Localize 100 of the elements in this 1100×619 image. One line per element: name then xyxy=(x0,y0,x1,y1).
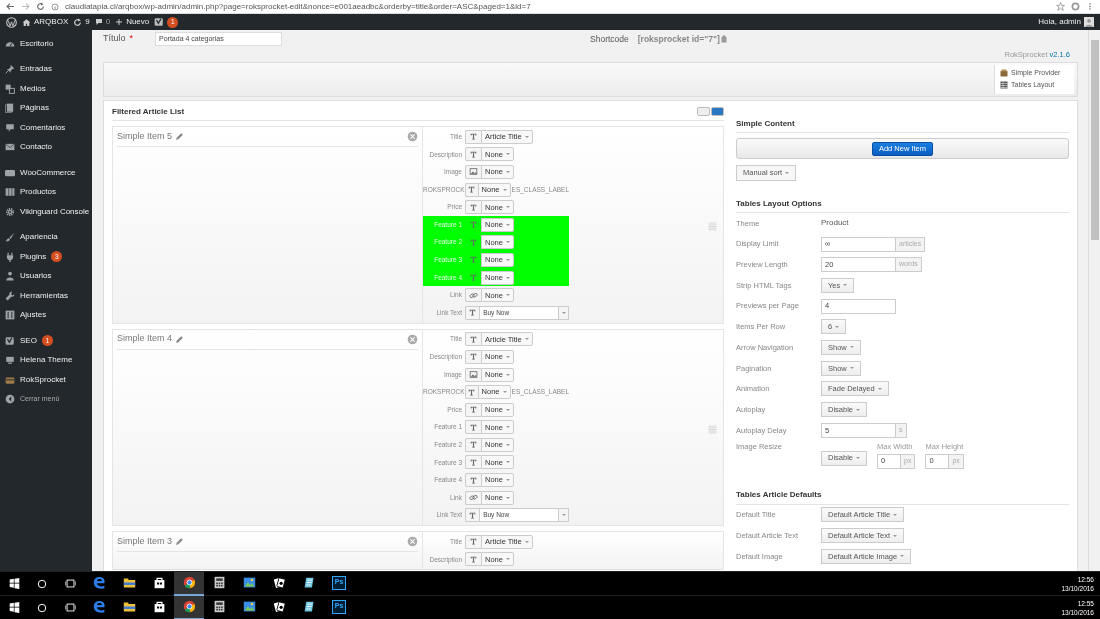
grid-view-toggle[interactable] xyxy=(711,107,724,116)
menu-item[interactable]: Ajustes xyxy=(0,305,92,325)
menu-item[interactable]: Páginas xyxy=(0,98,92,118)
info-icon[interactable] xyxy=(51,2,59,11)
updates-link[interactable]: 9 xyxy=(73,16,90,28)
link-icon xyxy=(469,290,478,300)
item-title: Simple Item 4 xyxy=(117,332,173,346)
scrollbar-thumb[interactable] xyxy=(1090,40,1099,240)
text-format-icon xyxy=(469,458,478,467)
item-title: Simple Item 5 xyxy=(117,129,173,143)
caret-icon xyxy=(505,294,510,297)
brush-icon xyxy=(5,232,15,243)
caret-icon xyxy=(505,258,510,261)
notepad-icon xyxy=(302,600,316,613)
text-format-icon xyxy=(469,132,478,142)
item-title: Simple Item 3 xyxy=(117,534,173,548)
home-icon xyxy=(22,17,31,27)
field-value: Product xyxy=(821,217,849,230)
task-view-icon[interactable] xyxy=(64,578,76,589)
refresh-icon xyxy=(73,17,83,27)
reload-icon[interactable] xyxy=(36,2,45,11)
search-icon[interactable] xyxy=(37,578,47,589)
pencil-icon[interactable] xyxy=(175,132,185,141)
plug-icon xyxy=(5,251,15,262)
section-title: Tables Article Defaults xyxy=(736,486,1069,505)
folder-icon xyxy=(122,576,136,589)
menu-item[interactable]: Herramientas xyxy=(0,286,92,306)
text-format-icon xyxy=(469,405,478,415)
caret-icon xyxy=(505,276,510,279)
pencil-icon[interactable] xyxy=(175,537,185,547)
back-arrow-icon[interactable] xyxy=(6,2,15,11)
text-format-icon xyxy=(469,440,478,450)
caret-icon xyxy=(505,461,510,464)
section-title: Tables Layout Options xyxy=(736,195,1069,213)
caret-icon xyxy=(849,346,854,349)
menu-item[interactable]: RokSprocket xyxy=(0,370,92,390)
required-mark: * xyxy=(129,32,134,46)
menu-item[interactable]: Escritorio xyxy=(0,34,92,54)
text-format-icon xyxy=(469,537,478,547)
plus-icon xyxy=(115,18,124,26)
caret-icon xyxy=(505,426,510,429)
menu-item[interactable]: Contacto xyxy=(0,137,92,157)
pencil-icon[interactable] xyxy=(175,334,185,344)
seo-plugin-icon[interactable] xyxy=(154,17,165,27)
caret-icon xyxy=(856,457,860,460)
media-icon xyxy=(5,83,15,94)
browser-e-icon xyxy=(92,576,106,589)
shopping-bag-icon xyxy=(152,600,166,613)
new-link[interactable]: Nuevo xyxy=(115,16,150,28)
image-icon xyxy=(469,370,478,379)
list-view-toggle[interactable] xyxy=(697,107,710,116)
section-title: Filtered Article List xyxy=(112,105,185,118)
menu-item[interactable]: Entradas xyxy=(0,59,92,79)
calculator-icon xyxy=(212,576,226,589)
menu-item[interactable]: Usuarios xyxy=(0,266,92,286)
windows-start-icon[interactable] xyxy=(8,578,20,589)
grid-icon xyxy=(5,187,15,198)
pages-icon xyxy=(5,103,15,114)
shortcode-text: [roksprocket id="7"] xyxy=(637,32,720,46)
photo-icon xyxy=(242,600,256,613)
caret-icon xyxy=(893,534,897,537)
menu-item[interactable]: Helena Theme xyxy=(0,350,92,370)
site-link[interactable]: ARQBOX xyxy=(22,16,69,28)
text-format-icon xyxy=(468,510,478,520)
gear-icon xyxy=(5,206,15,217)
notepad-icon xyxy=(302,576,316,589)
calculator-icon xyxy=(212,600,226,613)
star-icon[interactable] xyxy=(1056,2,1065,11)
menu-item[interactable]: Medios xyxy=(0,79,92,99)
caret-icon xyxy=(785,172,790,174)
caret-icon xyxy=(849,367,854,370)
menu-item[interactable]: WooCommerce xyxy=(0,163,92,183)
text-format-icon xyxy=(468,308,478,318)
menu-item[interactable]: Comentarios xyxy=(0,118,92,138)
drag-handle-icon[interactable] xyxy=(708,424,717,434)
extension-icon[interactable] xyxy=(1071,2,1080,11)
search-icon[interactable] xyxy=(37,602,47,613)
menu-item[interactable]: Vikinguard Console xyxy=(0,202,92,222)
text-format-icon xyxy=(469,422,478,432)
envelope-icon xyxy=(5,142,15,153)
speech-bubble-icon xyxy=(94,18,103,26)
menu-item[interactable]: Productos xyxy=(0,182,92,202)
windows-start-icon[interactable] xyxy=(8,602,20,613)
caret-icon xyxy=(505,373,510,376)
account-link[interactable]: Hola, admin xyxy=(1038,16,1094,28)
text-format-icon xyxy=(467,185,477,195)
taskbar-app[interactable] xyxy=(174,595,204,619)
caret-icon xyxy=(877,387,882,390)
drag-handle-icon[interactable] xyxy=(708,222,717,231)
taskbar-app[interactable] xyxy=(174,571,204,596)
task-view-icon[interactable] xyxy=(64,602,76,613)
comments-link[interactable]: 0 xyxy=(94,16,111,28)
caret-icon xyxy=(835,325,840,328)
text-format-icon xyxy=(469,554,478,564)
text-format-icon xyxy=(469,149,478,159)
clipboard-icon[interactable] xyxy=(719,35,728,43)
sliders-icon xyxy=(5,310,15,321)
menu-item[interactable]: Apariencia xyxy=(0,227,92,247)
field-label: Título xyxy=(103,32,126,46)
wordpress-logo-icon[interactable] xyxy=(6,16,17,28)
